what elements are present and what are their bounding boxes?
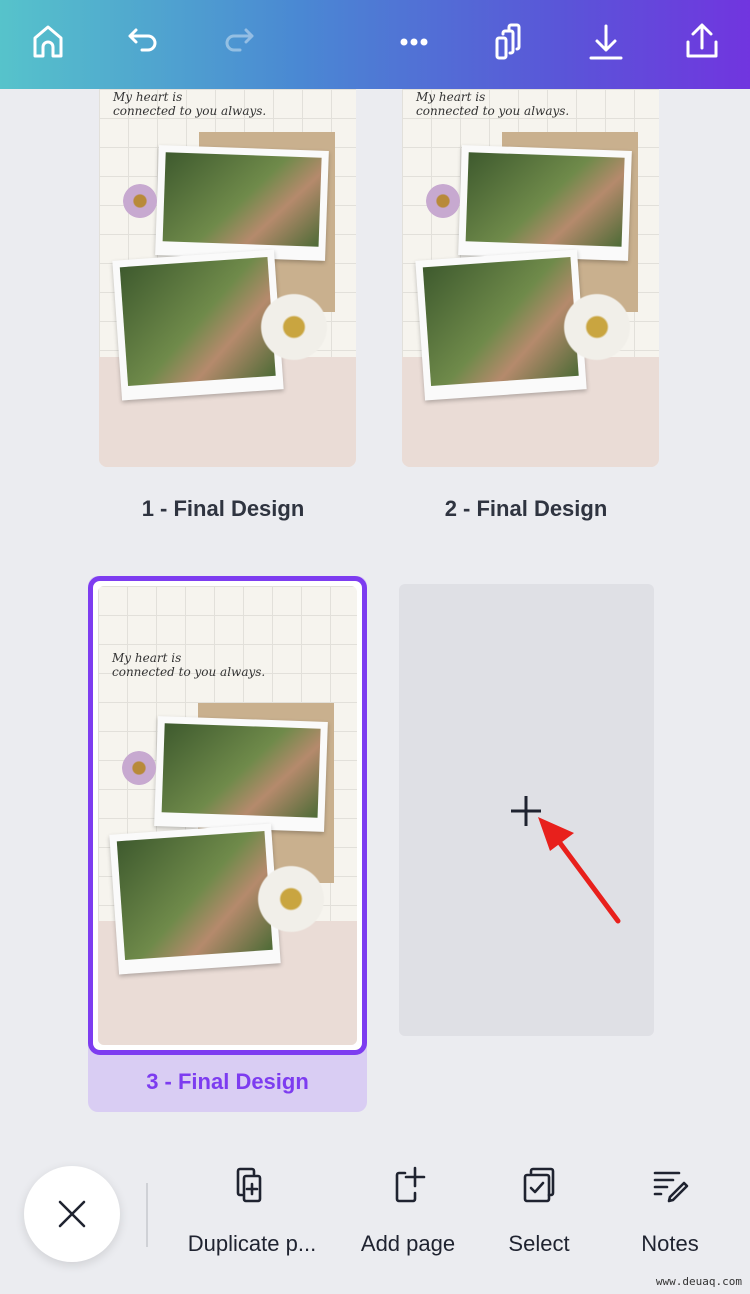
design-text: My heart is connected to you always. xyxy=(112,651,266,679)
duplicate-page-button[interactable]: Duplicate p... xyxy=(187,1165,317,1257)
notes-icon xyxy=(653,1171,689,1203)
page-thumbnail-3[interactable]: My heart is connected to you always. xyxy=(88,576,367,1055)
page-thumbnail-2[interactable]: My heart is connected to you always. xyxy=(402,60,659,467)
close-button[interactable] xyxy=(24,1166,120,1262)
page-label-2: 2 - Final Design xyxy=(444,496,608,521)
undo-icon[interactable] xyxy=(122,20,166,64)
divider xyxy=(146,1183,148,1247)
page-label-1: 1 - Final Design xyxy=(141,496,305,521)
annotation-arrow-icon xyxy=(538,817,621,924)
notes-label: Notes xyxy=(641,1231,699,1256)
design-preview: My heart is connected to you always. xyxy=(99,60,356,467)
download-icon[interactable] xyxy=(584,20,628,64)
share-icon[interactable] xyxy=(680,20,724,64)
add-page-tile[interactable] xyxy=(399,584,654,1036)
add-page-button[interactable]: Add page xyxy=(343,1165,473,1257)
select-button[interactable]: Select xyxy=(474,1165,604,1257)
top-toolbar xyxy=(0,0,750,89)
close-icon xyxy=(58,1200,86,1228)
add-page-label: Add page xyxy=(360,1231,456,1256)
design-preview: My heart is connected to you always. xyxy=(98,586,357,1045)
design-preview: My heart is connected to you always. xyxy=(402,60,659,467)
home-icon[interactable] xyxy=(26,20,70,64)
design-text: My heart is connected to you always. xyxy=(416,90,570,118)
select-label: Select xyxy=(508,1231,570,1256)
duplicate-icon xyxy=(236,1167,262,1203)
watermark: www.deuaq.com xyxy=(655,1275,742,1288)
redo-icon[interactable] xyxy=(216,20,260,64)
page-label-3: 3 - Final Design xyxy=(146,1069,309,1094)
add-page-icon xyxy=(395,1166,426,1203)
more-icon[interactable] xyxy=(392,20,436,64)
page-thumbnail-1[interactable]: My heart is connected to you always. xyxy=(99,60,356,467)
pages-icon[interactable] xyxy=(488,20,532,64)
duplicate-page-label: Duplicate p... xyxy=(187,1231,317,1256)
select-icon xyxy=(523,1167,555,1203)
design-text: My heart is connected to you always. xyxy=(113,90,267,118)
notes-button[interactable]: Notes xyxy=(605,1165,735,1257)
